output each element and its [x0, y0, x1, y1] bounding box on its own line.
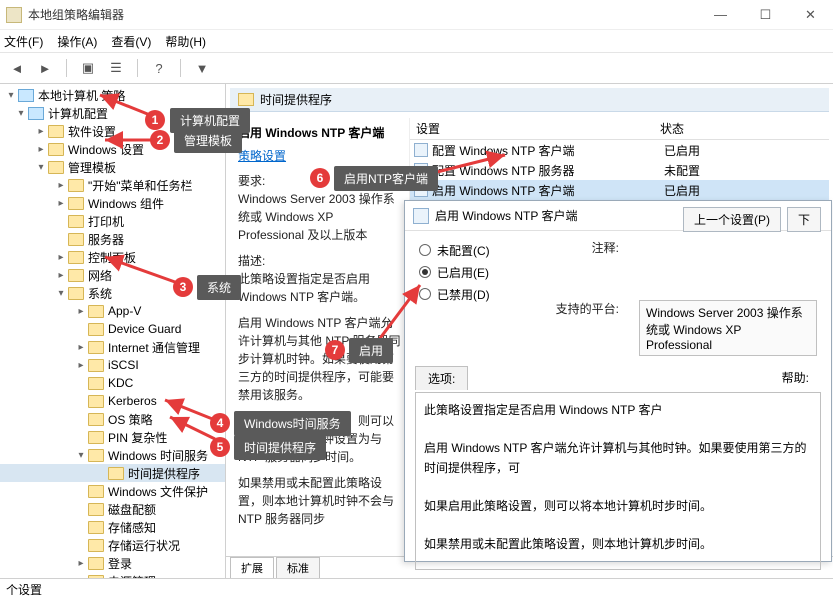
callout-label-2: 管理模板	[174, 128, 242, 153]
tree-time-providers[interactable]: 时间提供程序	[0, 464, 225, 482]
tree-printers[interactable]: 打印机	[0, 212, 225, 230]
status-bar: 个设置	[0, 578, 833, 600]
policy-heading: 启用 Windows NTP 客户端	[238, 124, 401, 141]
menu-view[interactable]: 查看(V)	[111, 33, 151, 50]
desc-label: 描述:	[238, 254, 265, 268]
tree-servers[interactable]: 服务器	[0, 230, 225, 248]
tree-start-taskbar[interactable]: ▸"开始"菜单和任务栏	[0, 176, 225, 194]
comment-label: 注释:	[549, 239, 619, 256]
app-icon	[6, 7, 22, 23]
tab-standard[interactable]: 标准	[276, 557, 320, 578]
prev-setting-button[interactable]: 上一个设置(P)	[683, 207, 781, 232]
arrow-icon	[100, 252, 180, 290]
window-buttons: — ☐ ✕	[698, 0, 833, 30]
policy-dialog: 启用 Windows NTP 客户端 上一个设置(P) 下 未配置(C) 已启用…	[404, 200, 832, 562]
menu-action[interactable]: 操作(A)	[57, 33, 97, 50]
dialog-icon	[413, 208, 429, 224]
tree-iscsi[interactable]: ▸iSCSI	[0, 356, 225, 374]
help-p2: 启用 Windows NTP 客户端允许计算机与其他时钟。如果要使用第三方的时间…	[424, 439, 812, 477]
col-setting[interactable]: 设置	[410, 120, 660, 137]
next-setting-button[interactable]: 下	[787, 207, 821, 232]
folder-icon	[238, 93, 254, 106]
menu-bar: 文件(F) 操作(A) 查看(V) 帮助(H)	[0, 30, 833, 52]
menu-help[interactable]: 帮助(H)	[165, 33, 206, 50]
tree-storage-sense[interactable]: 存储感知	[0, 518, 225, 536]
details-title: 时间提供程序	[260, 91, 332, 108]
callout-badge-6: 6	[310, 168, 330, 188]
toolbar: ◄ ► ▣ ☰ ? ▼	[0, 52, 833, 84]
back-icon[interactable]: ◄	[6, 57, 28, 79]
help-label: 帮助:	[770, 366, 821, 390]
up-icon[interactable]: ▣	[77, 57, 99, 79]
list-header: 设置 状态	[410, 118, 829, 140]
callout-badge-4: 4	[210, 413, 230, 433]
col-state[interactable]: 状态	[660, 120, 829, 137]
dialog-titlebar: 启用 Windows NTP 客户端 上一个设置(P) 下	[405, 201, 831, 231]
callout-badge-2: 2	[150, 130, 170, 150]
tree-logon[interactable]: ▸登录	[0, 554, 225, 572]
callout-badge-7: 7	[325, 340, 345, 360]
tree-disk-quota[interactable]: 磁盘配额	[0, 500, 225, 518]
minimize-button[interactable]: —	[698, 0, 743, 30]
maximize-button[interactable]: ☐	[743, 0, 788, 30]
desc-p3: 如果禁用或未配置此策略设置，则本地计算机时钟不会与 NTP 服务器同步	[238, 474, 401, 528]
details-header: 时间提供程序	[230, 88, 829, 112]
menu-file[interactable]: 文件(F)	[4, 33, 43, 50]
help-p4: 如果禁用或未配置此策略设置，则本地计算机步时间。	[424, 535, 812, 554]
radio-not-configured[interactable]: 未配置(C)	[419, 239, 521, 261]
callout-label-4: Windows时间服务	[234, 411, 351, 436]
props-icon[interactable]: ☰	[105, 57, 127, 79]
nav-tree[interactable]: ▾本地计算机 策略 ▾计算机配置 ▸软件设置 ▸Windows 设置 ▾管理模板…	[0, 84, 226, 578]
tree-admin-templates[interactable]: ▾管理模板	[0, 158, 225, 176]
filter-icon[interactable]: ▼	[191, 57, 213, 79]
help-p3: 如果启用此策略设置，则可以将本地计算机时步时间。	[424, 497, 812, 516]
tab-extended[interactable]: 扩展	[230, 557, 274, 578]
req-label: 要求:	[238, 174, 265, 188]
window-title: 本地组策略编辑器	[28, 6, 124, 23]
edit-policy-link[interactable]: 策略设置	[238, 147, 401, 164]
tree-file-protection[interactable]: Windows 文件保护	[0, 482, 225, 500]
close-button[interactable]: ✕	[788, 0, 833, 30]
tree-windows-time[interactable]: ▾Windows 时间服务	[0, 446, 225, 464]
radio-enabled[interactable]: 已启用(E)	[419, 261, 521, 283]
callout-badge-1: 1	[145, 110, 165, 130]
options-label: 选项:	[415, 366, 468, 390]
tree-device-guard[interactable]: Device Guard	[0, 320, 225, 338]
tree-storage-health[interactable]: 存储运行状况	[0, 536, 225, 554]
tree-internet-comm[interactable]: ▸Internet 通信管理	[0, 338, 225, 356]
req-text: Windows Server 2003 操作系统或 Windows XP Pro…	[238, 192, 395, 242]
callout-badge-3: 3	[173, 277, 193, 297]
desc-text: 此策略设置指定是否启用 Windows NTP 客户端。	[238, 272, 370, 304]
callout-label-5: 时间提供程序	[234, 435, 326, 460]
radio-disabled[interactable]: 已禁用(D)	[419, 283, 521, 305]
help-icon[interactable]: ?	[148, 57, 170, 79]
dialog-title: 启用 Windows NTP 客户端	[435, 207, 577, 224]
forward-icon[interactable]: ►	[34, 57, 56, 79]
callout-label-3: 系统	[197, 275, 241, 300]
tree-kdc[interactable]: KDC	[0, 374, 225, 392]
platform-label: 支持的平台:	[549, 300, 619, 317]
tree-appv[interactable]: ▸App-V	[0, 302, 225, 320]
list-row[interactable]: 启用 Windows NTP 客户端已启用	[410, 180, 829, 200]
callout-label-6: 启用NTP客户端	[334, 166, 438, 191]
help-p1: 此策略设置指定是否启用 Windows NTP 客户	[424, 401, 812, 420]
help-panel: 此策略设置指定是否启用 Windows NTP 客户 启用 Windows NT…	[415, 392, 821, 570]
platform-value: Windows Server 2003 操作系统或 Windows XP Pro…	[639, 300, 817, 356]
tree-windows-components[interactable]: ▸Windows 组件	[0, 194, 225, 212]
callout-label-7: 启用	[349, 338, 393, 363]
tree-power[interactable]: ▸电源管理	[0, 572, 225, 578]
status-text: 个设置	[6, 581, 42, 598]
callout-badge-5: 5	[210, 437, 230, 457]
title-bar: 本地组策略编辑器 — ☐ ✕	[0, 0, 833, 30]
